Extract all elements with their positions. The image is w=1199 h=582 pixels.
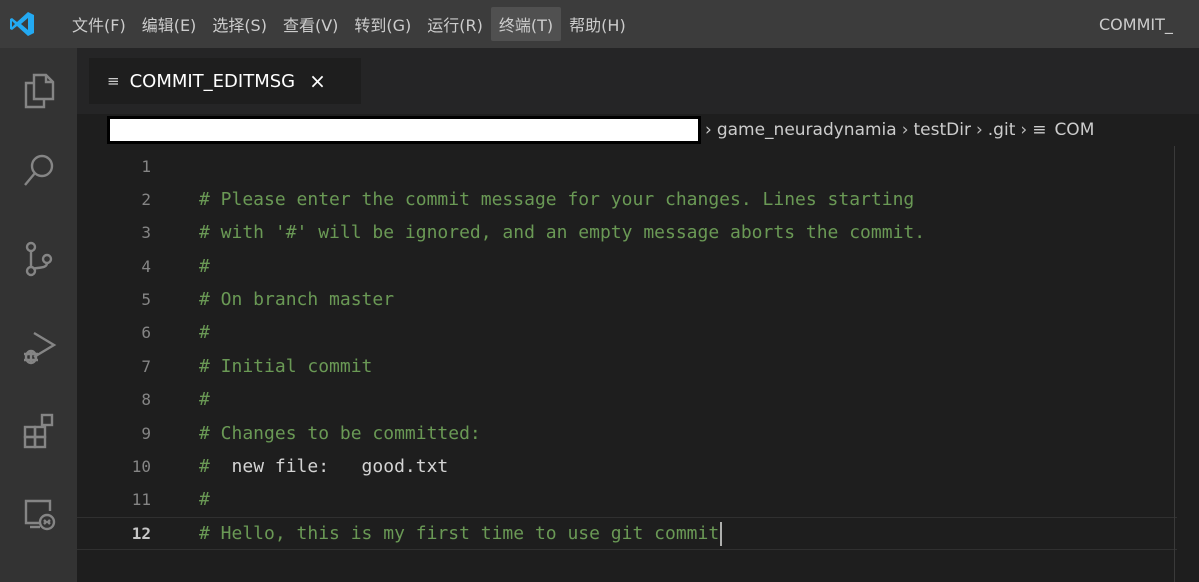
menu-view[interactable]: 查看(V) [275,7,346,41]
tab-bar: ≡ COMMIT_EDITMSG × [77,48,1199,114]
line-text: # [199,489,210,510]
menu-go[interactable]: 转到(G) [346,7,419,41]
close-icon[interactable]: × [309,69,326,93]
menu-run[interactable]: 运行(R) [419,7,491,41]
vscode-logo-icon [0,0,44,48]
code-line-current: 12 # Hello, this is my first time to use… [77,517,1177,550]
menu-edit[interactable]: 编辑(E) [134,7,205,41]
comment-hash: # [199,456,210,477]
breadcrumb-path: › game_neuradynamia › testDir › .git › ≡… [705,114,1094,146]
line-text: # Initial commit [199,356,373,377]
chevron-right-icon: › [901,120,909,140]
line-number: 12 [131,524,151,543]
line-text: # [199,322,210,343]
code-line: 9 # Changes to be committed: [77,417,1177,450]
line-number: 7 [141,357,151,376]
run-debug-icon[interactable] [0,312,77,382]
breadcrumb: › game_neuradynamia › testDir › .git › ≡… [77,114,1199,146]
breadcrumb-item-folder[interactable]: game_neuradynamia [717,120,897,140]
code-line: 2 # Please enter the commit message for … [77,183,1177,216]
code-line: 10 # new file: good.txt [77,450,1177,483]
line-text: # [199,389,210,410]
vscode-window: 文件(F) 编辑(E) 选择(S) 查看(V) 转到(G) 运行(R) 终端(T… [0,0,1199,582]
breadcrumb-item-file[interactable]: COM [1054,120,1094,140]
line-number: 6 [141,323,151,342]
line-number: 5 [141,290,151,309]
code-line: 11 # [77,483,1177,516]
line-text: # [199,256,210,277]
text-cursor [720,521,723,546]
menu-terminal[interactable]: 终端(T) [490,7,562,41]
line-number: 1 [141,157,151,176]
line-text: # On branch master [199,289,395,310]
file-lines-icon: ≡ [1032,120,1047,140]
line-text: # new file: good.txt [199,456,448,477]
explorer-icon[interactable] [0,56,77,126]
code-editor[interactable]: 1 2 # Please enter the commit message fo… [77,146,1199,582]
line-text: # Please enter the commit message for yo… [199,189,915,210]
code-line: 6 # [77,316,1177,349]
source-control-icon[interactable] [0,224,77,294]
menu-help[interactable]: 帮助(H) [561,7,634,41]
vertical-ruler [1174,146,1175,582]
line-text: # with '#' will be ignored, and an empty… [199,222,926,243]
chevron-right-icon: › [975,120,983,140]
line-number: 3 [141,223,151,242]
remote-explorer-icon[interactable] [0,478,77,548]
search-icon[interactable] [0,136,77,206]
window-title: COMMIT_ [1099,14,1173,34]
line-number: 11 [131,490,151,509]
breadcrumb-item-testdir[interactable]: testDir [914,120,971,140]
menu-selection[interactable]: 选择(S) [204,7,275,41]
breadcrumb-separator: › [705,120,712,140]
tab-commit-editmsg[interactable]: ≡ COMMIT_EDITMSG × [89,58,361,104]
redacted-path [107,116,701,144]
line-number: 10 [131,457,151,476]
chevron-right-icon: › [1020,120,1028,140]
title-bar: 文件(F) 编辑(E) 选择(S) 查看(V) 转到(G) 运行(R) 终端(T… [0,0,1199,48]
line-number: 4 [141,257,151,276]
code-line: 8 # [77,383,1177,416]
code-line: 4 # [77,250,1177,283]
activity-bar [0,48,77,582]
code-line: 1 [77,150,1177,183]
menu-bar: 文件(F) 编辑(E) 选择(S) 查看(V) 转到(G) 运行(R) 终端(T… [64,0,634,48]
comment-body: new file: good.txt [209,456,449,477]
file-lines-icon: ≡ [107,72,120,90]
line-number: 2 [141,190,151,209]
code-line: 7 # Initial commit [77,350,1177,383]
line-number: 9 [141,424,151,443]
line-text: # Changes to be committed: [199,423,481,444]
line-number: 8 [141,390,151,409]
breadcrumb-item-git[interactable]: .git [988,120,1016,140]
code-line: 5 # On branch master [77,283,1177,316]
line-text-content: # Hello, this is my first time to use gi… [199,522,720,544]
code-line: 3 # with '#' will be ignored, and an emp… [77,216,1177,249]
extensions-icon[interactable] [0,396,77,466]
tab-label: COMMIT_EDITMSG [129,70,296,92]
line-text: # Hello, this is my first time to use gi… [199,521,723,546]
menu-file[interactable]: 文件(F) [64,7,134,41]
